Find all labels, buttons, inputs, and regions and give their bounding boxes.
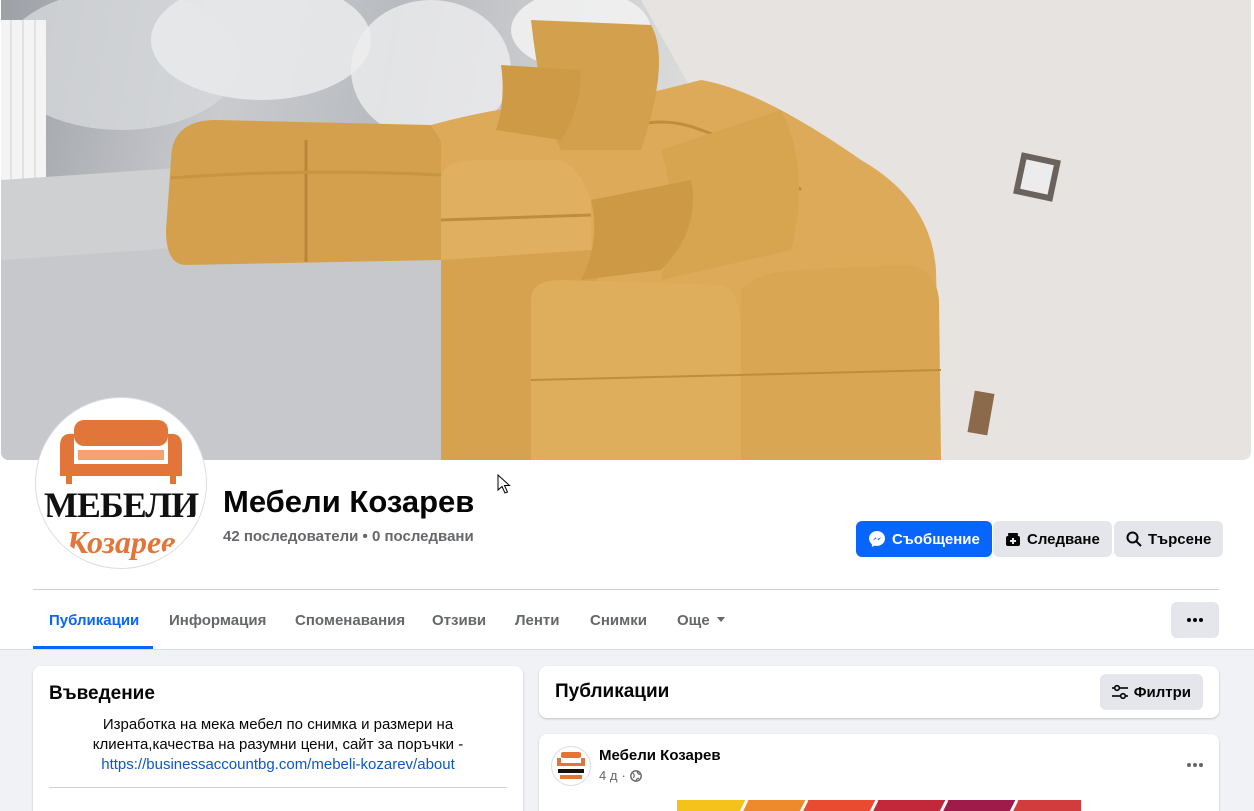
post-image[interactable] <box>677 800 1081 811</box>
intro-card: Въведение Изработка на мека мебел по сни… <box>33 666 523 811</box>
ellipsis-icon <box>1187 618 1203 622</box>
posts-title: Публикации <box>555 681 670 702</box>
intro-description-text: Изработка на мека мебел по снимка и разм… <box>92 716 464 753</box>
active-tab-indicator <box>33 646 153 649</box>
profile-avatar[interactable]: МЕБЕЛИ Козарев <box>36 398 206 568</box>
meta-separator: · <box>621 768 626 783</box>
cover-photo[interactable] <box>1 0 1251 460</box>
posts-header-card: Публикации Филтри <box>539 666 1219 718</box>
cover-photo-image <box>1 0 1251 460</box>
post-author-name[interactable]: Мебели Козарев <box>599 747 721 764</box>
post-meta: 4 д · <box>599 768 642 783</box>
tabs-divider <box>33 589 1219 590</box>
tab-photos[interactable]: Снимки <box>590 602 647 638</box>
more-options-button[interactable] <box>1171 602 1219 638</box>
filters-button[interactable]: Филтри <box>1099 674 1203 710</box>
logo-text-mebeli: МЕБЕЛИ <box>43 485 199 525</box>
tab-reviews[interactable]: Отзиви <box>432 602 486 638</box>
post-card: Мебели Козарев 4 д · <box>539 734 1219 811</box>
tab-more-label: Още <box>677 611 710 629</box>
followers-count[interactable]: 42 последователи • 0 последвани <box>223 528 474 545</box>
follow-button-label: Следване <box>1027 530 1100 548</box>
intro-description: Изработка на мека мебел по снимка и разм… <box>49 715 507 775</box>
logo-text-kozarev: Козарев <box>66 524 176 560</box>
tab-posts[interactable]: Публикации <box>49 602 139 638</box>
ellipsis-icon <box>1187 763 1203 767</box>
intro-divider <box>49 787 507 788</box>
caret-down-icon <box>716 617 725 622</box>
tab-about[interactable]: Информация <box>169 602 266 638</box>
message-button-label: Съобщение <box>892 530 980 548</box>
search-button-label: Търсене <box>1148 530 1212 548</box>
message-button[interactable]: Съобщение <box>856 521 992 557</box>
tab-reels[interactable]: Ленти <box>515 602 560 638</box>
page-title: Мебели Козарев <box>223 484 475 519</box>
tab-more[interactable]: Още <box>677 602 726 638</box>
post-image-graphic <box>677 800 1081 811</box>
globe-icon <box>629 769 642 782</box>
intro-title: Въведение <box>49 683 155 704</box>
intro-website-link[interactable]: https://businessaccountbg.com/mebeli-koz… <box>49 755 507 775</box>
follow-button[interactable]: Следване <box>993 521 1112 557</box>
search-button[interactable]: Търсене <box>1114 521 1224 557</box>
filters-icon <box>1111 685 1128 699</box>
filters-button-label: Филтри <box>1133 683 1191 701</box>
tab-mentions[interactable]: Споменавания <box>295 602 405 638</box>
follow-icon <box>1006 533 1020 546</box>
post-options-button[interactable] <box>1187 754 1203 772</box>
sofa-logo-icon <box>557 752 585 779</box>
mouse-cursor-icon <box>497 474 511 494</box>
post-author-avatar[interactable] <box>551 746 591 786</box>
messenger-icon <box>869 531 885 547</box>
search-icon <box>1126 531 1142 547</box>
post-timestamp[interactable]: 4 д <box>599 768 617 783</box>
